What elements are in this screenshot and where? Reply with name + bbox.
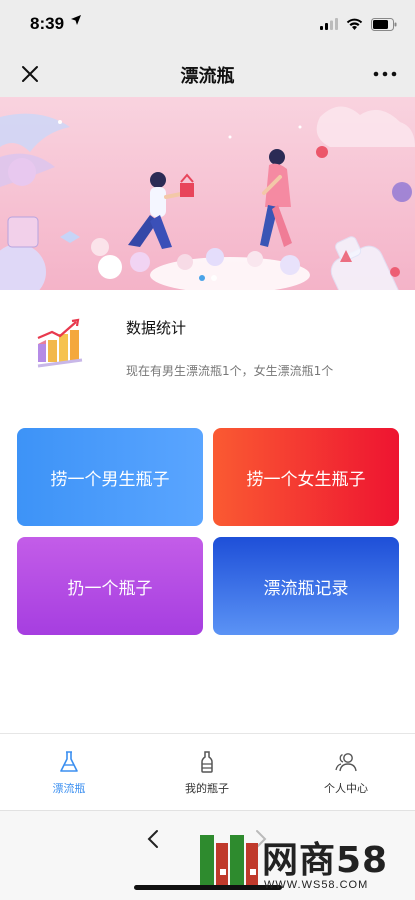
fish-girl-bottle-button[interactable]: 捞一个女生瓶子 <box>213 428 399 526</box>
bar-chart-icon <box>34 318 84 370</box>
banner-illustration <box>0 97 415 290</box>
tab-bar: 漂流瓶 我的瓶子 个人中心 <box>0 733 415 810</box>
signal-icon <box>320 18 338 30</box>
location-arrow-icon <box>70 14 82 30</box>
tab-label: 漂流瓶 <box>52 781 86 795</box>
watermark-text: 网商58 <box>262 840 389 881</box>
fish-boy-bottle-button[interactable]: 捞一个男生瓶子 <box>17 428 203 526</box>
stats-description: 现在有男生漂流瓶1个，女生漂流瓶1个 <box>126 364 334 378</box>
more-icon[interactable] <box>371 62 399 86</box>
back-arrow-icon[interactable] <box>142 827 166 851</box>
status-bar: 8:39 <box>0 0 415 50</box>
watermark: 网商58 WWW.WS58.COM <box>198 829 410 895</box>
stats-title: 数据统计 <box>126 319 187 337</box>
battery-icon <box>371 17 397 31</box>
carousel-dot-active[interactable] <box>198 275 205 281</box>
banner-carousel[interactable] <box>0 97 415 290</box>
watermark-url: WWW.WS58.COM <box>264 879 369 891</box>
page-title: 漂流瓶 <box>180 66 235 87</box>
tab-label: 我的瓶子 <box>185 781 229 795</box>
user-group-icon <box>335 752 357 771</box>
carousel-dot[interactable] <box>210 275 217 281</box>
carousel-indicator <box>0 275 415 281</box>
nav-bar: 漂流瓶 <box>0 50 415 97</box>
stats-section: 数据统计 现在有男生漂流瓶1个，女生漂流瓶1个 <box>0 290 415 410</box>
tab-my-bottles[interactable]: 我的瓶子 <box>138 734 276 811</box>
flask-icon <box>60 750 78 772</box>
status-time: 8:39 <box>30 14 65 33</box>
tab-drift-bottle[interactable]: 漂流瓶 <box>0 734 138 811</box>
watermark-logo-icon <box>200 835 258 885</box>
status-indicators <box>320 17 397 31</box>
wifi-icon <box>346 18 363 30</box>
throw-bottle-button[interactable]: 扔一个瓶子 <box>17 537 203 635</box>
bottle-record-button[interactable]: 漂流瓶记录 <box>213 537 399 635</box>
tab-label: 个人中心 <box>324 781 368 795</box>
tab-profile[interactable]: 个人中心 <box>277 734 415 811</box>
bottle-icon <box>201 750 213 773</box>
